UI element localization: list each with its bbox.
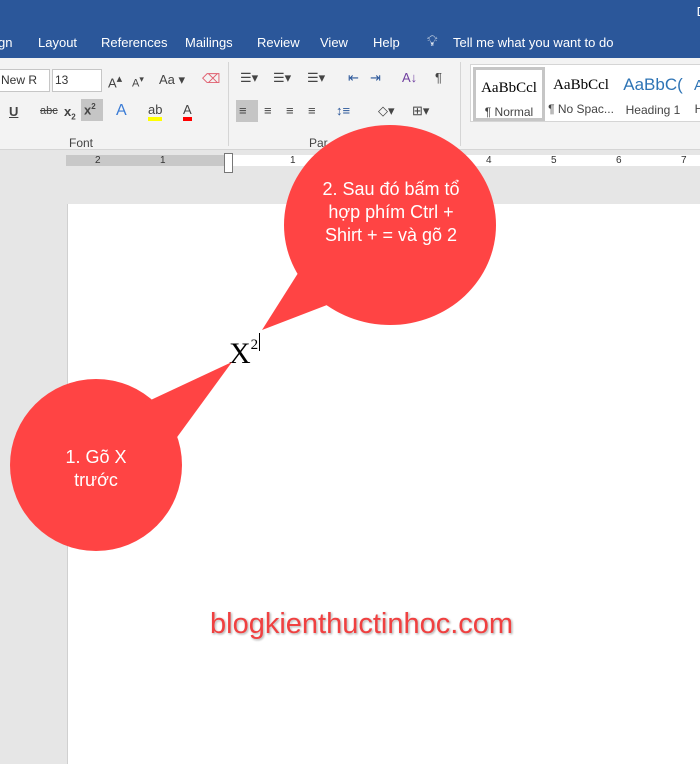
callout-text-1: 1. Gõ X trước bbox=[65, 447, 127, 490]
callout-shapes bbox=[10, 125, 496, 551]
watermark: blogkienthuctinhoc.com bbox=[210, 608, 514, 640]
callout-text-2: 2. Sau đó bấm tổ hợp phím Ctrl + Shirt +… bbox=[322, 179, 460, 245]
